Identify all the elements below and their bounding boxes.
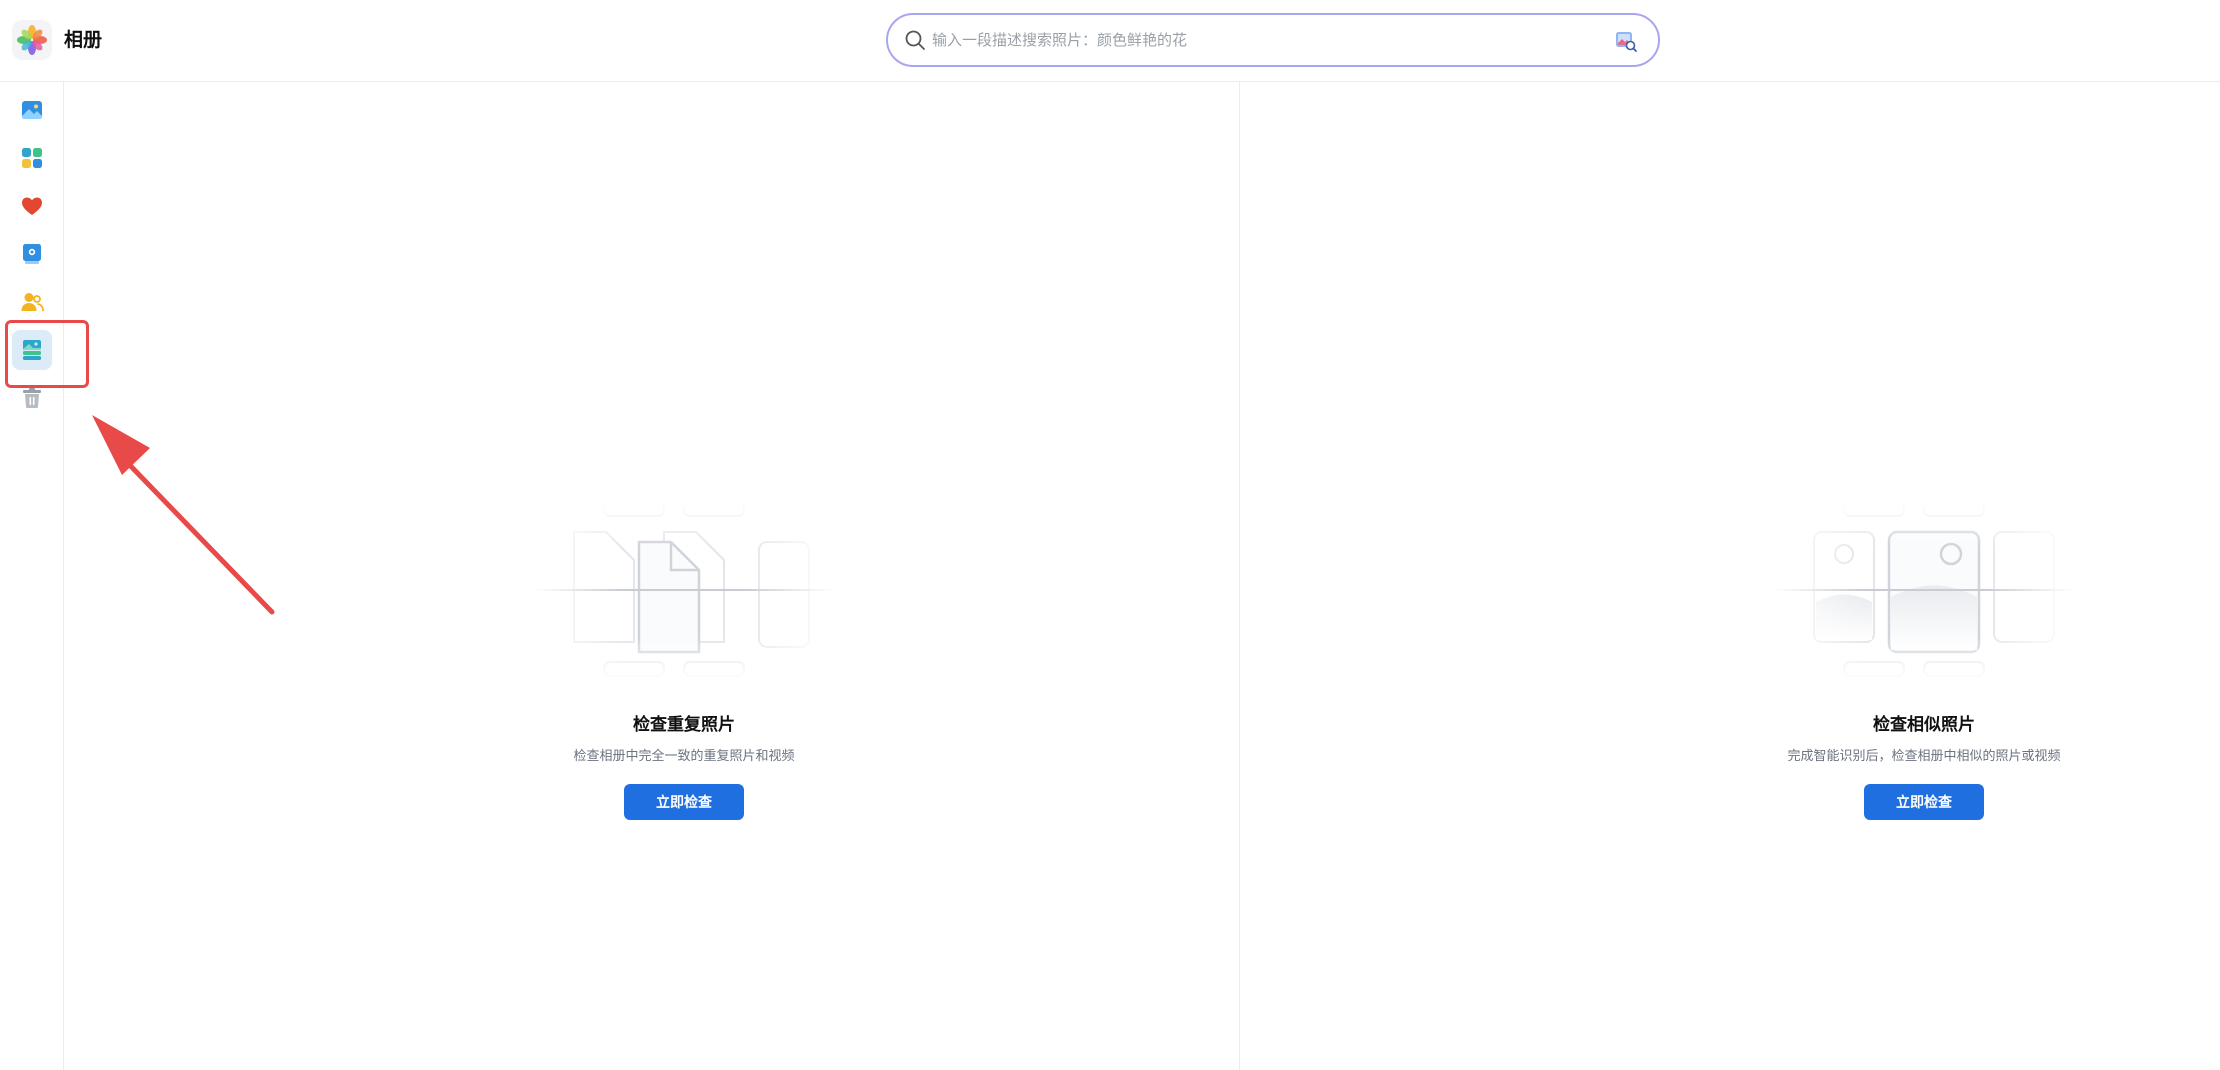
people-icon (21, 293, 44, 312)
sidebar-item-trash[interactable] (12, 378, 52, 418)
memories-book-icon (23, 244, 41, 264)
duplicates-title: 检查重复照片 (633, 715, 735, 735)
trash-icon (23, 388, 41, 408)
sidebar (0, 82, 64, 1070)
duplicates-panel: 检查重复照片 检查相册中完全一致的重复照片和视频 立即检查 (64, 82, 1239, 1070)
similar-panel: 检查相似照片 完成智能识别后，检查相册中相似的照片或视频 立即检查 (1240, 82, 2220, 1070)
check-similar-button[interactable]: 立即检查 (1864, 784, 1984, 820)
search-input[interactable] (932, 23, 1572, 57)
image-search-icon[interactable] (1614, 29, 1638, 53)
duplicates-description: 检查相册中完全一致的重复照片和视频 (573, 749, 795, 764)
sidebar-item-favorites[interactable] (12, 186, 52, 226)
sidebar-item-albums[interactable] (12, 138, 52, 178)
photos-app-window: 相册 输入一段描述搜索照片：颜色鲜艳的花 检查重复照片 检查相册中完全一致的重复… (0, 0, 2220, 1070)
top-header: 相册 (0, 0, 2220, 82)
sidebar-item-people[interactable] (12, 282, 52, 322)
search-box[interactable] (886, 13, 1660, 67)
photos-icon (22, 101, 42, 119)
duplicate-files-illustration (534, 502, 834, 682)
duplicate-cleanup-icon (23, 340, 41, 360)
sidebar-item-memories[interactable] (12, 234, 52, 274)
sidebar-item-cleanup[interactable] (12, 330, 52, 370)
sidebar-item-photos[interactable] (12, 90, 52, 130)
similar-photos-illustration (1774, 502, 2074, 682)
check-duplicates-button[interactable]: 立即检查 (624, 784, 744, 820)
albums-icon (22, 148, 42, 168)
similar-title: 检查相似照片 (1873, 715, 1975, 735)
app-logo-icon (12, 20, 52, 60)
similar-description: 完成智能识别后，检查相册中相似的照片或视频 (1787, 749, 2061, 764)
search-icon (905, 30, 925, 50)
favorites-heart-icon (22, 197, 42, 215)
app-title: 相册 (64, 29, 103, 51)
